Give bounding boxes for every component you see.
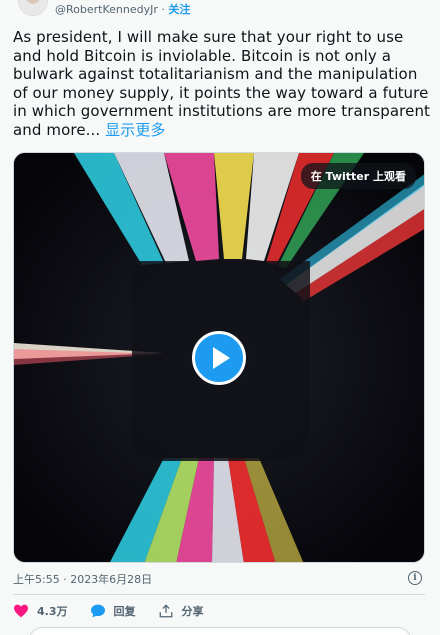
separator: ·: [157, 3, 169, 16]
action-bar: 4.3万 回复 分享: [13, 603, 226, 619]
tweet-text: As president, I will make sure that your…: [13, 28, 431, 139]
reply-label: 回复: [113, 605, 136, 618]
author-line: @RobertKennedyJr · 关注: [55, 1, 190, 17]
reply-button[interactable]: 回复: [90, 603, 136, 619]
tweet-header: @RobertKennedyJr · 关注: [0, 0, 440, 22]
follow-link[interactable]: 关注: [168, 3, 190, 16]
play-button[interactable]: [192, 331, 246, 385]
heart-icon: [14, 604, 28, 618]
divider: [13, 594, 425, 595]
like-button[interactable]: 4.3万: [13, 603, 68, 619]
share-icon: [159, 604, 172, 618]
tweet-body: As president, I will make sure that your…: [13, 28, 431, 139]
author-handle[interactable]: @RobertKennedyJr: [55, 3, 158, 16]
read-replies-button[interactable]: [28, 627, 412, 635]
show-more-link[interactable]: 显示更多: [105, 121, 165, 139]
play-icon: [213, 347, 230, 369]
share-button[interactable]: 分享: [158, 603, 204, 619]
video-player[interactable]: 在 Twitter 上观看: [13, 152, 425, 563]
info-icon[interactable]: i: [408, 571, 422, 585]
avatar[interactable]: [18, 0, 48, 16]
reply-icon: [90, 604, 105, 618]
likes-count: 4.3万: [37, 605, 68, 618]
watch-on-twitter-button[interactable]: 在 Twitter 上观看: [300, 163, 416, 189]
share-label: 分享: [181, 605, 204, 618]
timestamp[interactable]: 上午5:55 · 2023年6月28日: [13, 571, 152, 587]
